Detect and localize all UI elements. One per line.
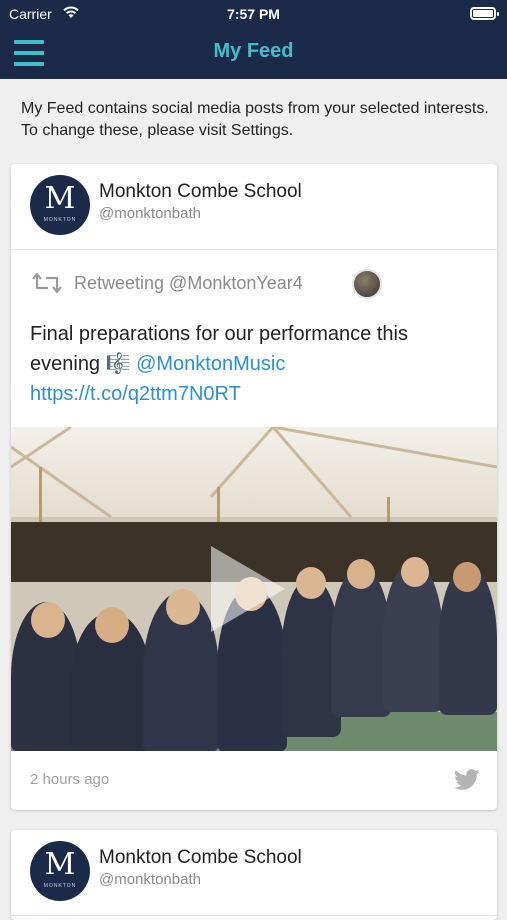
page-title: My Feed [213,40,294,62]
chorister-face [95,607,129,643]
url-link[interactable]: https://t.co/q2ttm7N0RT [30,383,241,405]
play-icon[interactable] [207,544,287,634]
post-footer: 2 hours ago [11,751,497,810]
post-header: M MONKTON Monkton Combe School @monktonb… [11,164,497,250]
avatar: M MONKTON [30,175,90,235]
chorister-face [401,557,429,587]
nav-bar: My Feed [0,28,507,79]
account-name: Monkton Combe School [99,847,302,868]
status-bar: Carrier 7:57 PM [0,0,507,28]
chorister [331,567,391,717]
account-handle: @monktonbath [99,871,201,888]
retweet-icon [32,272,62,294]
chorister-face [453,562,481,592]
chorister-face [31,602,65,638]
account-handle: @monktonbath [99,205,201,222]
twitter-icon[interactable] [454,769,480,791]
post-timestamp: 2 hours ago [30,771,110,788]
feed-post-card[interactable]: M MONKTON Monkton Combe School @monktonb… [11,164,497,810]
post-header: M MONKTON Monkton Combe School @monktonb… [11,830,497,916]
chorister-face [166,589,200,625]
retweet-label: Retweeting @MonktonYear4 [74,273,303,293]
retweet-indicator: Retweeting @MonktonYear4 [30,269,470,299]
mention-link[interactable]: @MonktonMusic [136,353,285,375]
chorister-face [347,559,375,589]
battery-icon [470,7,499,20]
account-name: Monkton Combe School [99,181,302,202]
clock: 7:57 PM [227,6,280,22]
chorister-face [296,567,326,599]
feed-post-card[interactable]: M MONKTON Monkton Combe School @monktonb… [11,830,497,920]
post-text: Final preparations for our performance t… [30,319,470,409]
tent-pole [39,467,42,527]
feed-intro-text: My Feed contains social media posts from… [21,100,489,139]
video-thumbnail-roof [11,427,497,519]
retweeted-account-avatar [352,269,382,299]
post-video[interactable] [11,427,497,751]
avatar: M MONKTON [30,841,90,901]
